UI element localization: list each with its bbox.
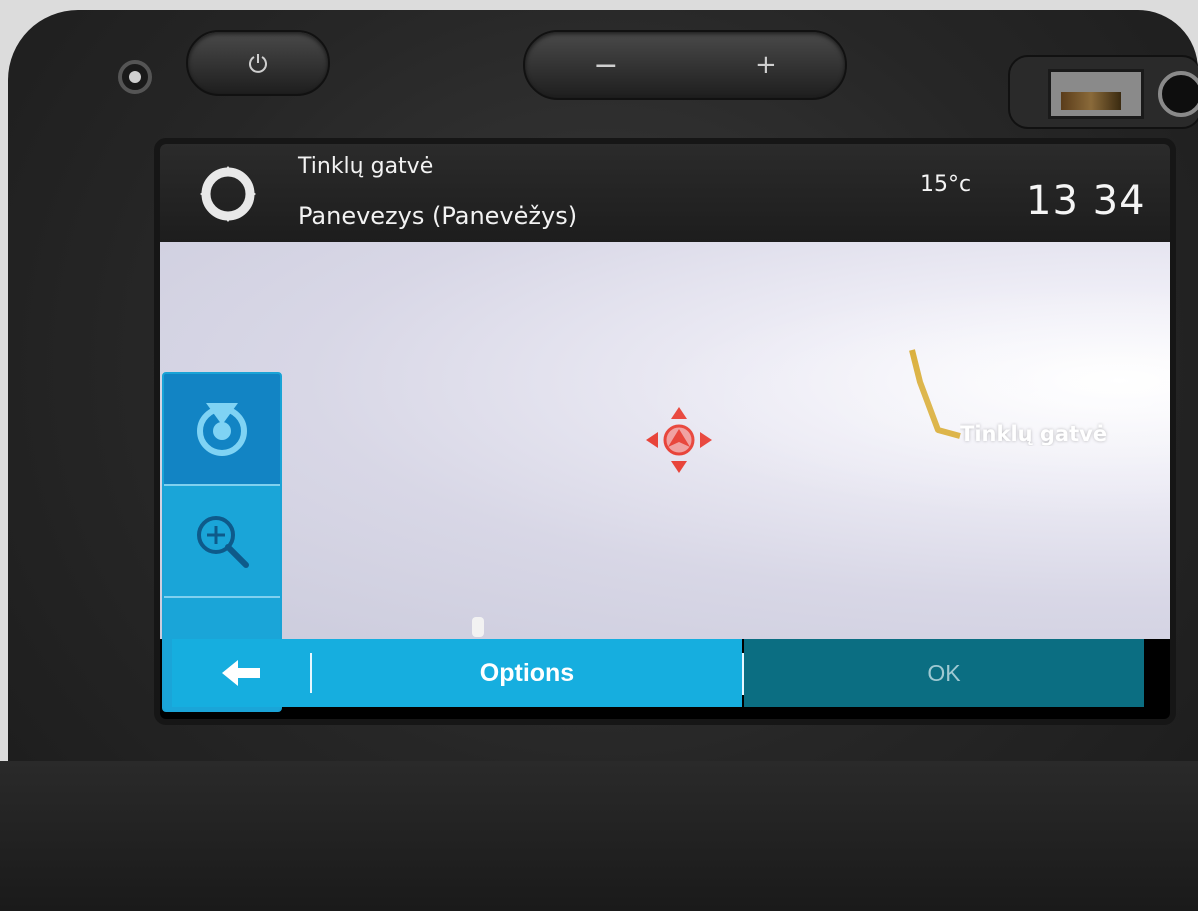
bottom-action-bar: Options OK: [160, 639, 1170, 719]
back-button[interactable]: [172, 639, 312, 707]
map-cursor-icon: [646, 407, 712, 473]
aux-jack-icon: [1158, 71, 1198, 117]
status-led-icon: [118, 60, 152, 94]
map-view[interactable]: Tinklų gatvė: [160, 242, 1170, 712]
usb-port-panel: [1008, 55, 1198, 129]
map-road-label: Tinklų gatvė: [960, 422, 1108, 446]
volume-up-button[interactable]: +: [755, 50, 777, 80]
back-arrow-icon: [222, 660, 260, 686]
outside-temperature: 15°c: [920, 172, 972, 197]
zoom-in-button[interactable]: [164, 486, 280, 598]
navigation-compass-icon: [200, 166, 256, 222]
options-button[interactable]: Options: [312, 639, 742, 707]
usb-port-icon: [1048, 69, 1144, 119]
power-button[interactable]: [186, 30, 330, 96]
zoom-in-icon: [197, 516, 249, 568]
navigation-screen: Tinklų gatvė Panevezys (Panevėžys) 15°c …: [160, 144, 1170, 719]
recenter-icon: [197, 403, 247, 456]
power-icon: [249, 54, 267, 73]
recenter-button[interactable]: [164, 374, 280, 486]
map-marker: [472, 617, 484, 637]
current-street-name: Tinklų gatvė: [298, 154, 434, 179]
volume-rocker[interactable]: − +: [523, 30, 847, 100]
ok-button[interactable]: OK: [744, 639, 1144, 707]
status-header: Tinklų gatvė Panevezys (Panevėžys) 15°c …: [160, 144, 1170, 242]
current-city-name: Panevezys (Panevėžys): [298, 202, 578, 230]
volume-down-button[interactable]: −: [593, 48, 618, 83]
clock: 13 34: [1026, 178, 1146, 224]
device-lower-trim: [0, 761, 1198, 911]
